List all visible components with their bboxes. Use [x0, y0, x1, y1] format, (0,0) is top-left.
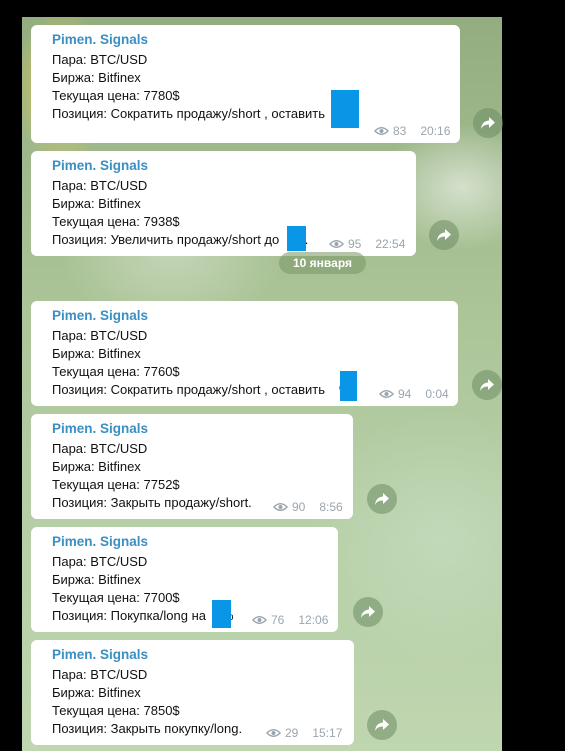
- share-arrow-icon: [481, 117, 495, 129]
- share-arrow-icon: [375, 719, 389, 731]
- view-count: 90: [292, 500, 306, 514]
- redaction-box: [287, 226, 306, 251]
- pair-line: Пара: BTC/USD: [52, 441, 148, 456]
- share-arrow-icon: [437, 229, 451, 241]
- message-bubble[interactable]: Pimen. Signals Пара: BTC/USD Биржа: Bitf…: [31, 640, 354, 745]
- message-time: 12:06: [298, 613, 329, 627]
- pair-line: Пара: BTC/USD: [52, 554, 148, 569]
- price-line: Текущая цена: 7780$: [52, 88, 180, 103]
- message-time: 22:54: [375, 237, 406, 251]
- position-line: Позиция: Сократить продажу/short , остав…: [52, 382, 351, 397]
- position-line: Позиция: Закрыть продажу/short.: [52, 495, 252, 510]
- sender-name[interactable]: Pimen. Signals: [52, 158, 148, 173]
- position-line: Позиция: Покупка/long на%: [52, 608, 234, 623]
- message-meta: 83 20:16: [374, 124, 450, 138]
- message-time: 15:17: [312, 726, 343, 740]
- date-divider: 10 января: [279, 252, 366, 274]
- share-button[interactable]: [367, 710, 397, 740]
- message-time: 8:56: [319, 500, 343, 514]
- share-button[interactable]: [429, 220, 459, 250]
- exchange-line: Биржа: Bitfinex: [52, 196, 141, 211]
- share-button[interactable]: [472, 370, 502, 400]
- view-count: 29: [285, 726, 299, 740]
- message-bubble[interactable]: Pimen. Signals Пара: BTC/USD Биржа: Bitf…: [31, 151, 416, 256]
- eye-icon: [266, 729, 281, 737]
- view-count: 94: [398, 387, 412, 401]
- price-line: Текущая цена: 7760$: [52, 364, 180, 379]
- message-bubble[interactable]: Pimen. Signals Пара: BTC/USD Биржа: Bitf…: [31, 414, 353, 519]
- message-meta: 76 12:06: [252, 613, 328, 627]
- eye-icon: [374, 127, 389, 135]
- price-line: Текущая цена: 7938$: [52, 214, 180, 229]
- exchange-line: Биржа: Bitfinex: [52, 70, 141, 85]
- view-count: 76: [271, 613, 285, 627]
- position-line: Позиция: Сократить продажу/short , остав…: [52, 106, 351, 121]
- message-meta: 94 0:04: [379, 387, 449, 401]
- sender-name[interactable]: Pimen. Signals: [52, 534, 148, 549]
- share-arrow-icon: [375, 493, 389, 505]
- share-button[interactable]: [353, 597, 383, 627]
- message-bubble[interactable]: Pimen. Signals Пара: BTC/USD Биржа: Bitf…: [31, 527, 338, 632]
- share-arrow-icon: [480, 379, 494, 391]
- message-time: 20:16: [420, 124, 451, 138]
- sender-name[interactable]: Pimen. Signals: [52, 32, 148, 47]
- pair-line: Пара: BTC/USD: [52, 328, 148, 343]
- exchange-line: Биржа: Bitfinex: [52, 685, 141, 700]
- share-button[interactable]: [367, 484, 397, 514]
- pair-line: Пара: BTC/USD: [52, 667, 148, 682]
- pair-line: Пара: BTC/USD: [52, 52, 148, 67]
- message-meta: 29 15:17: [266, 726, 342, 740]
- eye-icon: [252, 616, 267, 624]
- message-time: 0:04: [425, 387, 449, 401]
- exchange-line: Биржа: Bitfinex: [52, 459, 141, 474]
- redaction-box: [331, 90, 359, 128]
- message-meta: 95 22:54: [329, 237, 405, 251]
- share-arrow-icon: [361, 606, 375, 618]
- eye-icon: [273, 503, 288, 511]
- message-bubble[interactable]: Pimen. Signals Пара: BTC/USD Биржа: Bitf…: [31, 301, 458, 406]
- redaction-box: [212, 600, 231, 628]
- exchange-line: Биржа: Bitfinex: [52, 572, 141, 587]
- price-line: Текущая цена: 7850$: [52, 703, 180, 718]
- message-meta: 90 8:56: [273, 500, 343, 514]
- view-count: 95: [348, 237, 362, 251]
- sender-name[interactable]: Pimen. Signals: [52, 421, 148, 436]
- price-line: Текущая цена: 7700$: [52, 590, 180, 605]
- position-line: Позиция: Увеличить продажу/short до%.: [52, 232, 308, 247]
- message-bubble[interactable]: Pimen. Signals Пара: BTC/USD Биржа: Bitf…: [31, 25, 460, 143]
- eye-icon: [379, 390, 394, 398]
- sender-name[interactable]: Pimen. Signals: [52, 647, 148, 662]
- pair-line: Пара: BTC/USD: [52, 178, 148, 193]
- position-line: Позиция: Закрыть покупку/long.: [52, 721, 243, 736]
- price-line: Текущая цена: 7752$: [52, 477, 180, 492]
- sender-name[interactable]: Pimen. Signals: [52, 308, 148, 323]
- share-button[interactable]: [473, 108, 503, 138]
- eye-icon: [329, 240, 344, 248]
- redaction-box: [340, 371, 357, 401]
- exchange-line: Биржа: Bitfinex: [52, 346, 141, 361]
- view-count: 83: [393, 124, 407, 138]
